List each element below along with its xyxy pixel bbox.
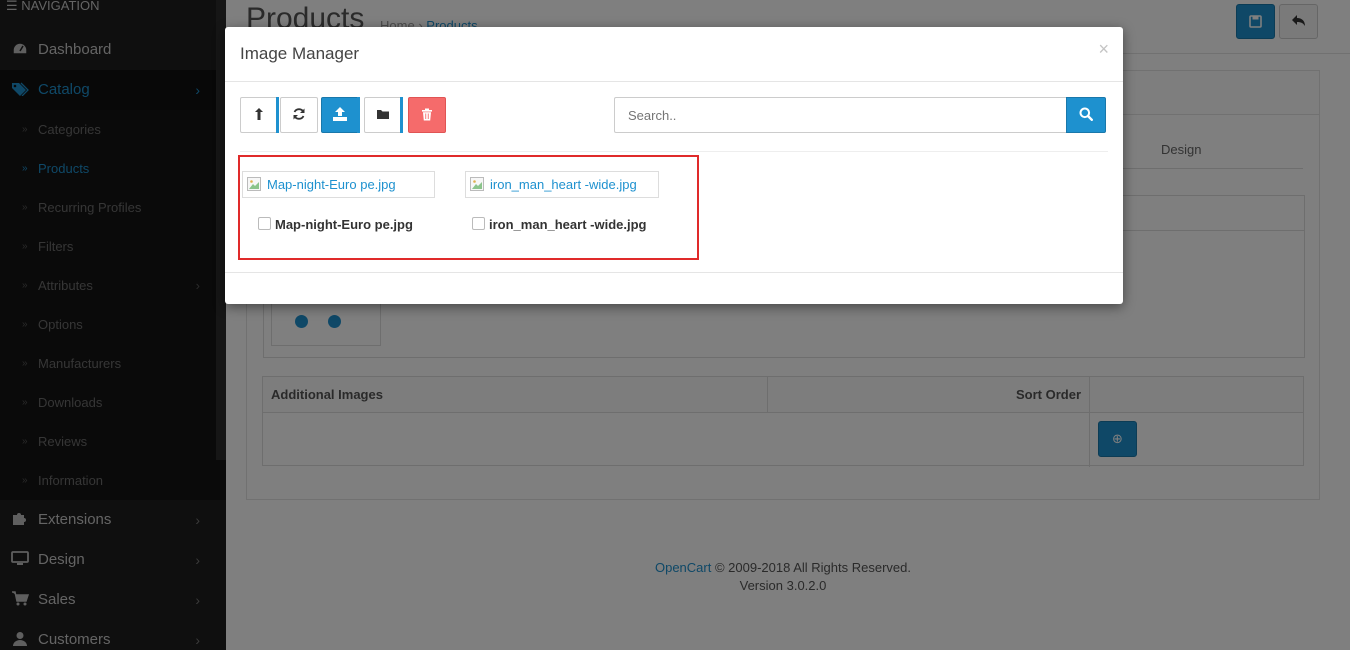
- image-thumbnail-iron-man[interactable]: iron_man_heart -wide.jpg: [465, 171, 659, 198]
- image-label-iron-man[interactable]: iron_man_heart -wide.jpg: [472, 217, 646, 232]
- image-filename: iron_man_heart -wide.jpg: [489, 217, 647, 232]
- image-filename: Map-night-Euro pe.jpg: [275, 217, 413, 232]
- modal-title: Image Manager: [240, 44, 360, 63]
- delete-button[interactable]: [408, 97, 446, 133]
- broken-image-icon: [470, 177, 484, 191]
- modal-header: Image Manager ×: [225, 27, 1123, 82]
- image-label-map-night[interactable]: Map-night-Euro pe.jpg: [258, 217, 413, 232]
- modal-footer-divider: [225, 272, 1123, 273]
- image-alt-text: Map-night-Euro pe.jpg: [267, 177, 396, 192]
- image-checkbox[interactable]: [258, 217, 271, 230]
- folder-icon: [377, 110, 389, 119]
- image-alt-text: iron_man_heart -wide.jpg: [490, 177, 637, 192]
- search-input[interactable]: [614, 97, 1067, 133]
- image-thumbnail-map-night[interactable]: Map-night-Euro pe.jpg: [242, 171, 435, 198]
- parent-folder-button[interactable]: [240, 97, 279, 133]
- refresh-button[interactable]: [280, 97, 318, 133]
- image-manager-modal: Image Manager × Map-night-Euro pe.jpg ir…: [225, 27, 1123, 304]
- search-button[interactable]: [1066, 97, 1106, 133]
- upload-button[interactable]: [321, 97, 360, 133]
- level-up-icon: [255, 108, 263, 120]
- refresh-icon: [293, 108, 305, 120]
- new-folder-button[interactable]: [364, 97, 403, 133]
- broken-image-icon: [247, 177, 261, 191]
- search-icon: [1079, 107, 1094, 122]
- upload-icon: [333, 107, 347, 121]
- close-icon[interactable]: ×: [1098, 39, 1109, 60]
- toolbar-divider: [240, 151, 1108, 152]
- image-checkbox[interactable]: [472, 217, 485, 230]
- trash-icon: [422, 108, 432, 121]
